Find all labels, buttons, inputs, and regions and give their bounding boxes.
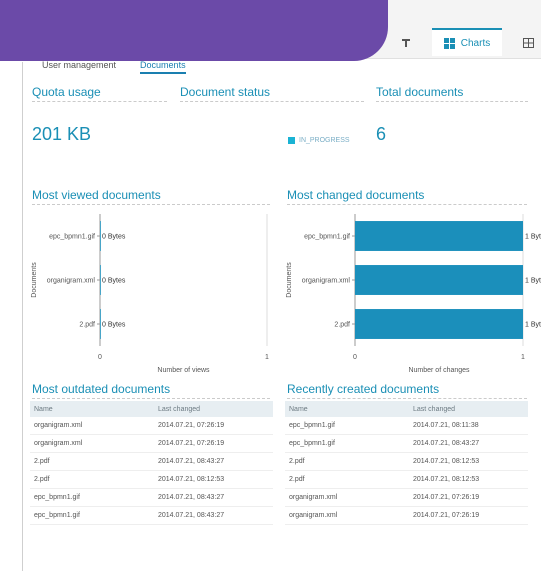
cell-last-changed: 2014.07.21, 08:43:27 bbox=[154, 506, 273, 525]
cell-last-changed: 2014.07.21, 08:11:38 bbox=[409, 417, 528, 435]
column-header-name: Name bbox=[30, 401, 154, 417]
table-row[interactable]: organigram.xml 2014.07.21, 07:26:19 bbox=[285, 488, 528, 507]
table-header-row: Name Last changed bbox=[285, 401, 528, 417]
recently-created-title: Recently created documents bbox=[287, 382, 527, 399]
cell-last-changed: 2014.07.21, 07:26:19 bbox=[409, 506, 528, 525]
cell-last-changed: 2014.07.21, 08:12:53 bbox=[154, 470, 273, 489]
cell-last-changed: 2014.07.21, 08:43:27 bbox=[409, 434, 528, 453]
most-outdated-table: Name Last changed organigram.xml 2014.07.… bbox=[30, 401, 273, 525]
table-row[interactable]: organigram.xml 2014.07.21, 07:26:19 bbox=[30, 434, 273, 453]
bar bbox=[355, 265, 523, 295]
pin-icon bbox=[402, 39, 410, 47]
charts-tab[interactable]: Charts bbox=[432, 28, 502, 56]
category-label: organigram.xml bbox=[302, 278, 351, 285]
cell-last-changed: 2014.07.21, 08:43:27 bbox=[154, 452, 273, 471]
y-axis-title: Documents bbox=[286, 262, 293, 298]
x-axis-title: Number of views bbox=[157, 367, 210, 374]
table-row[interactable]: 2.pdf 2014.07.21, 08:12:53 bbox=[30, 470, 273, 489]
tab-documents[interactable]: Documents bbox=[140, 60, 186, 74]
quota-usage-title: Quota usage bbox=[32, 85, 167, 102]
grid-view-button[interactable] bbox=[516, 30, 541, 56]
cell-name: organigram.xml bbox=[30, 434, 154, 453]
most-changed-title: Most changed documents bbox=[287, 188, 527, 205]
cell-name: epc_bpmn1.gif bbox=[30, 488, 154, 507]
category-label: epc_bpmn1.gif bbox=[304, 234, 350, 241]
data-label: 1 Byt bbox=[525, 278, 541, 285]
cell-last-changed: 2014.07.21, 07:26:19 bbox=[154, 434, 273, 453]
quota-usage-value: 201 KB bbox=[32, 124, 92, 144]
cell-name: organigram.xml bbox=[285, 506, 409, 525]
cell-last-changed: 2014.07.21, 07:26:19 bbox=[154, 417, 273, 435]
dashboard-icon bbox=[443, 37, 455, 49]
status-legend: IN_PROGRESS bbox=[288, 137, 350, 144]
table-row[interactable]: epc_bpmn1.gif 2014.07.21, 08:43:27 bbox=[30, 488, 273, 507]
legend-label: IN_PROGRESS bbox=[299, 137, 350, 144]
data-label: 0 Bytes bbox=[102, 234, 126, 241]
cell-name: epc_bpmn1.gif bbox=[285, 417, 409, 435]
column-header-name: Name bbox=[285, 401, 409, 417]
data-label: 0 Bytes bbox=[102, 278, 126, 285]
recently-created-table: Name Last changed epc_bpmn1.gif 2014.07.2… bbox=[285, 401, 528, 525]
y-axis-title: Documents bbox=[31, 262, 38, 298]
data-label: 1 Byt bbox=[525, 322, 541, 329]
table-row[interactable]: epc_bpmn1.gif 2014.07.21, 08:43:27 bbox=[285, 434, 528, 453]
cell-name: 2.pdf bbox=[30, 452, 154, 471]
charts-tab-label: Charts bbox=[460, 37, 491, 49]
left-divider bbox=[22, 62, 23, 571]
cell-name: 2.pdf bbox=[30, 470, 154, 489]
bar bbox=[100, 265, 101, 295]
cell-name: organigram.xml bbox=[30, 417, 154, 435]
table-row[interactable]: 2.pdf 2014.07.21, 08:43:27 bbox=[30, 452, 273, 471]
category-label: organigram.xml bbox=[47, 278, 96, 285]
grid-icon bbox=[523, 38, 534, 48]
legend-swatch bbox=[288, 137, 295, 144]
data-label: 0 Bytes bbox=[102, 322, 126, 329]
cell-name: 2.pdf bbox=[285, 470, 409, 489]
pin-button[interactable] bbox=[392, 30, 420, 56]
most-changed-chart: Documents epc_bpmn1.gif 1 Byt organigram.xm… bbox=[286, 214, 541, 374]
table-row[interactable]: organigram.xml 2014.07.21, 07:26:19 bbox=[285, 506, 528, 525]
x-axis-title: Number of changes bbox=[408, 367, 470, 374]
category-label: 2.pdf bbox=[79, 322, 95, 329]
most-viewed-chart: Documents epc_bpmn1.gif 0 Bytes organigram.… bbox=[31, 214, 269, 374]
table-row[interactable]: 2.pdf 2014.07.21, 08:12:53 bbox=[285, 452, 528, 471]
total-documents-title: Total documents bbox=[376, 85, 528, 102]
column-header-last-changed: Last changed bbox=[154, 401, 273, 417]
sub-tabs: User management Documents bbox=[42, 60, 186, 74]
x-tick-label: 1 bbox=[265, 354, 269, 361]
x-tick-label: 0 bbox=[98, 354, 102, 361]
data-label: 1 Byt bbox=[525, 234, 541, 241]
total-documents-value: 6 bbox=[376, 124, 387, 144]
cell-last-changed: 2014.07.21, 08:43:27 bbox=[154, 488, 273, 507]
table-row[interactable]: epc_bpmn1.gif 2014.07.21, 08:11:38 bbox=[285, 417, 528, 435]
table-row[interactable]: organigram.xml 2014.07.21, 07:26:19 bbox=[30, 417, 273, 435]
bar bbox=[100, 221, 101, 251]
x-tick-label: 0 bbox=[353, 354, 357, 361]
document-status-title: Document status bbox=[180, 85, 364, 102]
column-header-last-changed: Last changed bbox=[409, 401, 528, 417]
table-row[interactable]: epc_bpmn1.gif 2014.07.21, 08:43:27 bbox=[30, 506, 273, 525]
most-outdated-title: Most outdated documents bbox=[32, 382, 270, 399]
table-header-row: Name Last changed bbox=[30, 401, 273, 417]
cell-last-changed: 2014.07.21, 08:12:53 bbox=[409, 452, 528, 471]
bar bbox=[355, 221, 523, 251]
bar bbox=[355, 309, 523, 339]
tab-user-management[interactable]: User management bbox=[42, 60, 116, 74]
category-label: epc_bpmn1.gif bbox=[49, 234, 95, 241]
cell-name: organigram.xml bbox=[285, 488, 409, 507]
cell-last-changed: 2014.07.21, 08:12:53 bbox=[409, 470, 528, 489]
cell-name: 2.pdf bbox=[285, 452, 409, 471]
cell-name: epc_bpmn1.gif bbox=[285, 434, 409, 453]
cell-last-changed: 2014.07.21, 07:26:19 bbox=[409, 488, 528, 507]
category-label: 2.pdf bbox=[334, 322, 350, 329]
header-banner bbox=[0, 0, 388, 61]
x-tick-label: 1 bbox=[521, 354, 525, 361]
bar bbox=[100, 309, 101, 339]
most-viewed-title: Most viewed documents bbox=[32, 188, 270, 205]
cell-name: epc_bpmn1.gif bbox=[30, 506, 154, 525]
table-row[interactable]: 2.pdf 2014.07.21, 08:12:53 bbox=[285, 470, 528, 489]
